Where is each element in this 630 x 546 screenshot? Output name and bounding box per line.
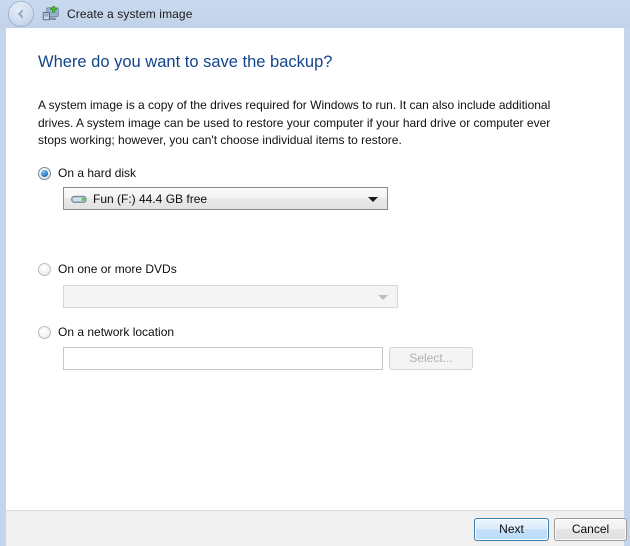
option-label-hard-disk: On a hard disk — [58, 166, 137, 180]
page-title: Where do you want to save the backup? — [38, 53, 333, 71]
title-bar: Create a system image — [0, 0, 630, 28]
option-row-hard-disk[interactable]: On a hard disk — [38, 166, 136, 180]
option-label-dvds: On one or more DVDs — [58, 262, 177, 276]
computer-backup-icon — [42, 5, 60, 23]
radio-hard-disk[interactable] — [38, 166, 51, 180]
back-button[interactable] — [8, 1, 34, 27]
next-button[interactable]: Next — [474, 518, 549, 541]
radio-network[interactable] — [38, 325, 51, 339]
select-button[interactable]: Select... — [389, 347, 473, 370]
option-row-network[interactable]: On a network location — [38, 325, 174, 339]
hard-drive-icon — [71, 192, 87, 206]
dvd-combobox — [63, 285, 398, 308]
page-description: A system image is a copy of the drives r… — [38, 98, 551, 147]
cancel-button[interactable]: Cancel — [554, 518, 627, 541]
chevron-down-icon — [378, 294, 388, 300]
hard-disk-combobox-value: Fun (F:) 44.4 GB free — [93, 191, 208, 206]
radio-dvds[interactable] — [38, 262, 51, 276]
back-arrow-icon — [17, 9, 23, 19]
window-title: Create a system image — [67, 7, 193, 21]
network-location-input[interactable] — [63, 347, 383, 370]
create-system-image-window: Create a system image Where do you want … — [0, 0, 630, 546]
option-label-network: On a network location — [58, 325, 175, 339]
content-area: Where do you want to save the backup? A … — [6, 28, 624, 510]
chevron-down-icon — [368, 196, 378, 202]
hard-disk-combobox[interactable]: Fun (F:) 44.4 GB free — [63, 187, 388, 210]
option-row-dvds[interactable]: On one or more DVDs — [38, 262, 177, 276]
footer-bar: Next Cancel — [6, 510, 627, 546]
